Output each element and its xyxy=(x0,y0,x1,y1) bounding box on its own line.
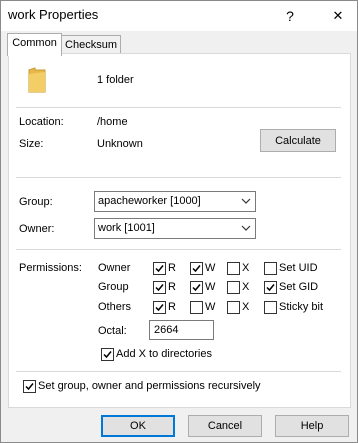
owner-select-value: work [1001] xyxy=(98,222,155,234)
octal-input-value: 2664 xyxy=(154,324,179,336)
cancel-button[interactable]: Cancel xyxy=(188,415,262,437)
owner-select[interactable]: work [1001] xyxy=(94,218,256,239)
location-value: /home xyxy=(97,116,128,128)
summary-text: 1 folder xyxy=(97,74,134,86)
size-value: Unknown xyxy=(97,138,143,150)
others-write-label: W xyxy=(205,301,216,313)
checkmark-icon xyxy=(103,351,112,359)
separator-3 xyxy=(16,249,341,250)
separator-1 xyxy=(16,107,341,108)
perm-row-others-label: Others xyxy=(98,301,132,313)
owner-write-label: W xyxy=(205,262,216,274)
cancel-button-label: Cancel xyxy=(207,420,243,432)
ok-button-label: OK xyxy=(130,420,146,432)
tab-common-label: Common xyxy=(12,37,57,49)
group-write-checkbox[interactable] xyxy=(190,281,203,294)
chevron-down-icon xyxy=(241,225,251,231)
calculate-button-label: Calculate xyxy=(275,135,321,147)
others-exec-label: X xyxy=(242,301,250,313)
group-label: Group: xyxy=(19,196,53,208)
octal-input[interactable]: 2664 xyxy=(149,320,214,340)
close-button[interactable]: ✕ xyxy=(326,5,350,27)
folder-icon xyxy=(27,66,47,94)
owner-write-checkbox[interactable] xyxy=(190,262,203,275)
group-write-label: W xyxy=(205,281,216,293)
location-label: Location: xyxy=(19,116,64,128)
checkmark-icon xyxy=(155,265,164,273)
help-button-label: Help xyxy=(300,420,324,432)
others-exec-checkbox[interactable] xyxy=(227,301,240,314)
group-select[interactable]: apacheworker [1000] xyxy=(94,191,256,212)
add-x-checkbox[interactable] xyxy=(101,348,114,361)
group-read-checkbox[interactable] xyxy=(153,281,166,294)
calculate-button[interactable]: Calculate xyxy=(260,129,336,152)
recursive-checkbox[interactable] xyxy=(23,380,36,393)
separator-2 xyxy=(16,177,341,178)
sticky-bit-label: Sticky bit xyxy=(279,301,324,313)
octal-label: Octal: xyxy=(98,325,127,337)
owner-label: Owner: xyxy=(19,223,55,235)
others-read-checkbox[interactable] xyxy=(153,301,166,314)
group-read-label: R xyxy=(168,281,176,293)
checkmark-icon xyxy=(192,265,201,273)
others-write-checkbox[interactable] xyxy=(190,301,203,314)
perm-row-group-label: Group xyxy=(98,281,129,293)
set-uid-label: Set UID xyxy=(279,262,318,274)
window-title: work Properties xyxy=(8,7,99,22)
owner-exec-label: X xyxy=(242,262,250,274)
help-button[interactable]: Help xyxy=(275,415,349,437)
properties-dialog: work Properties ? ✕ Common Checksum 1 fo… xyxy=(0,0,358,443)
size-label: Size: xyxy=(19,138,44,150)
checkmark-icon xyxy=(155,284,164,292)
owner-exec-checkbox[interactable] xyxy=(227,262,240,275)
set-uid-checkbox[interactable] xyxy=(264,262,277,275)
checkmark-icon xyxy=(266,284,275,292)
group-exec-label: X xyxy=(242,281,250,293)
chevron-down-icon xyxy=(241,198,251,204)
separator-4 xyxy=(16,371,341,372)
others-read-label: R xyxy=(168,301,176,313)
title-bar: work Properties ? ✕ xyxy=(1,1,357,31)
checkmark-icon xyxy=(192,284,201,292)
set-gid-checkbox[interactable] xyxy=(264,281,277,294)
set-gid-label: Set GID xyxy=(279,281,319,293)
checkmark-icon xyxy=(25,383,34,391)
sticky-bit-checkbox[interactable] xyxy=(264,301,277,314)
add-x-label: Add X to directories xyxy=(116,348,212,360)
permissions-label: Permissions: xyxy=(19,262,82,274)
perm-row-owner-label: Owner xyxy=(98,262,131,274)
help-title-button[interactable]: ? xyxy=(278,5,302,27)
tab-checksum-label: Checksum xyxy=(65,39,117,51)
recursive-label: Set group, owner and permissions recursi… xyxy=(38,380,261,392)
group-select-value: apacheworker [1000] xyxy=(98,195,201,207)
tab-common[interactable]: Common xyxy=(7,33,62,56)
ok-button[interactable]: OK xyxy=(101,415,175,437)
group-exec-checkbox[interactable] xyxy=(227,281,240,294)
checkmark-icon xyxy=(155,304,164,312)
owner-read-label: R xyxy=(168,262,176,274)
owner-read-checkbox[interactable] xyxy=(153,262,166,275)
